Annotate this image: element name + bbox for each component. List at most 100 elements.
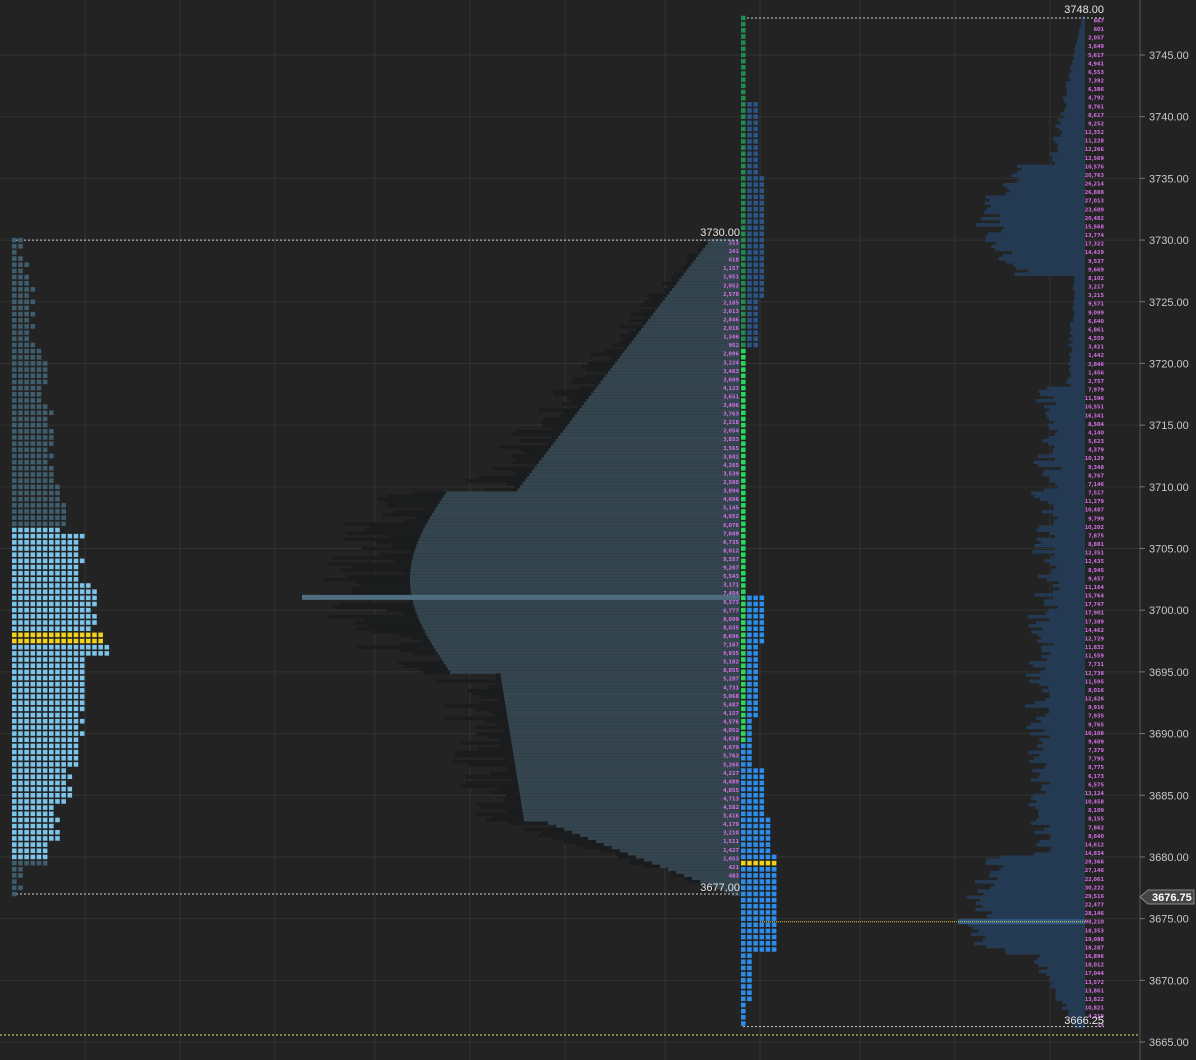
- prior-tpo-block: [12, 607, 17, 613]
- current-tpo-block: [753, 330, 758, 335]
- prior-tpo-block: [61, 700, 66, 706]
- current-tpo-block: [747, 213, 752, 218]
- prior-tpo-block: [42, 496, 48, 502]
- prior-high-label: 3730.00: [700, 227, 740, 239]
- current-volume-label: 7,146: [1088, 482, 1104, 488]
- price-tick-label: 3715.00: [1149, 420, 1189, 432]
- current-tpo-block: [747, 120, 752, 126]
- current-tpo-block: [771, 941, 777, 946]
- current-volume-bar: [1040, 392, 1085, 397]
- current-volume-label: 11,596: [1085, 396, 1105, 402]
- current-tpo-block: [741, 194, 746, 200]
- current-volume-bar: [1059, 587, 1085, 591]
- prior-tpo-block: [18, 583, 23, 588]
- prior-tpo-block: [49, 527, 54, 533]
- prior-volume-bar: [600, 380, 740, 384]
- prior-volume-label: 2,218: [723, 420, 739, 426]
- prior-tpo-block: [49, 558, 54, 564]
- current-volume-bar: [1042, 472, 1085, 477]
- prior-volume-bar: [610, 368, 740, 372]
- prior-tpo-block: [36, 348, 42, 354]
- current-tpo-block: [753, 268, 758, 274]
- current-tpo-block: [753, 108, 758, 113]
- current-tpo-block: [741, 805, 746, 810]
- current-volume-label: 3,421: [1088, 345, 1104, 351]
- prior-tpo-block: [12, 595, 17, 601]
- prior-tpo-block: [67, 688, 73, 693]
- current-volume-bar: [1051, 451, 1085, 455]
- prior-tpo-block: [18, 737, 23, 743]
- prior-tpo-block: [42, 435, 48, 440]
- current-volume-bar: [1046, 762, 1085, 767]
- prior-tpo-block: [86, 651, 91, 656]
- current-tpo-block: [753, 786, 758, 792]
- prior-volume-bar: [522, 806, 740, 810]
- current-volume-bar: [1057, 142, 1085, 147]
- prior-tpo-block: [18, 848, 23, 854]
- prior-tpo-block: [12, 441, 17, 446]
- current-tpo-block: [741, 792, 746, 798]
- prior-tpo-block: [67, 564, 73, 570]
- prior-tpo-block: [61, 509, 66, 514]
- current-tpo-block: [741, 65, 746, 70]
- current-volume-bar: [1050, 531, 1085, 536]
- prior-tpo-block: [12, 274, 17, 280]
- current-volume-label: 4,792: [1088, 96, 1104, 102]
- current-tpo-block: [747, 626, 752, 631]
- prior-tpo-block: [18, 354, 23, 360]
- current-volume-bar: [1047, 657, 1085, 662]
- current-tpo-block: [765, 904, 771, 909]
- prior-tpo-block: [18, 638, 23, 644]
- prior-tpo-block: [86, 632, 91, 638]
- current-tpo-block: [741, 132, 746, 138]
- current-tpo-block: [747, 163, 752, 169]
- current-tpo-block: [753, 792, 758, 798]
- prior-volume-bar: [501, 679, 740, 684]
- prior-tpo-block: [12, 243, 17, 249]
- current-tpo-block: [741, 626, 746, 631]
- prior-volume-bar: [433, 509, 740, 514]
- current-volume-bar: [1073, 287, 1085, 292]
- current-volume-bar: [1029, 661, 1085, 665]
- current-tpo-block: [747, 780, 752, 786]
- current-tpo-block: [747, 836, 752, 841]
- current-tpo-block: [741, 706, 746, 712]
- prior-tpo-block: [73, 540, 79, 545]
- prior-volume-bar: [512, 744, 740, 748]
- price-tick-label: 3710.00: [1149, 482, 1189, 494]
- prior-tpo-block: [24, 416, 29, 422]
- current-tpo-block: [741, 34, 746, 39]
- prior-volume-bar: [529, 472, 740, 477]
- current-tpo-block: [741, 854, 746, 860]
- current-volume-bar: [1054, 553, 1085, 557]
- prior-tpo-block: [18, 509, 23, 514]
- prior-tpo-block: [30, 509, 36, 514]
- current-volume-bar: [995, 247, 1085, 252]
- prior-volume-bar: [410, 565, 740, 569]
- prior-tpo-block: [61, 743, 66, 749]
- price-tick-label: 3690.00: [1149, 729, 1189, 741]
- prior-volume-bar: [507, 713, 740, 717]
- current-volume-bar: [1044, 728, 1085, 733]
- current-tpo-block: [741, 743, 746, 749]
- prior-tpo-block: [30, 466, 36, 471]
- prior-volume-bar: [598, 383, 740, 387]
- prior-tpo-block: [30, 311, 36, 317]
- prior-tpo-block: [98, 638, 103, 644]
- current-tpo-block: [747, 718, 752, 724]
- current-tpo-block: [741, 749, 746, 755]
- current-volume-bar: [1051, 981, 1085, 986]
- current-tpo-block: [741, 546, 746, 551]
- current-tpo-block: [747, 176, 752, 181]
- prior-tpo-block: [24, 749, 29, 755]
- prior-tpo-block: [86, 614, 91, 619]
- current-volume-bar: [1056, 565, 1085, 569]
- market-profile-chart[interactable]: 2112416181,1571,9512,0522,5782,1852,6132…: [0, 0, 1196, 1060]
- prior-volume-bar: [536, 463, 740, 468]
- prior-tpo-block: [67, 669, 73, 675]
- prior-tpo-block: [24, 768, 29, 773]
- prior-tpo-block: [18, 866, 23, 872]
- current-tpo-block: [753, 836, 758, 841]
- current-volume-bar: [1030, 821, 1085, 825]
- current-tpo-block: [741, 533, 746, 539]
